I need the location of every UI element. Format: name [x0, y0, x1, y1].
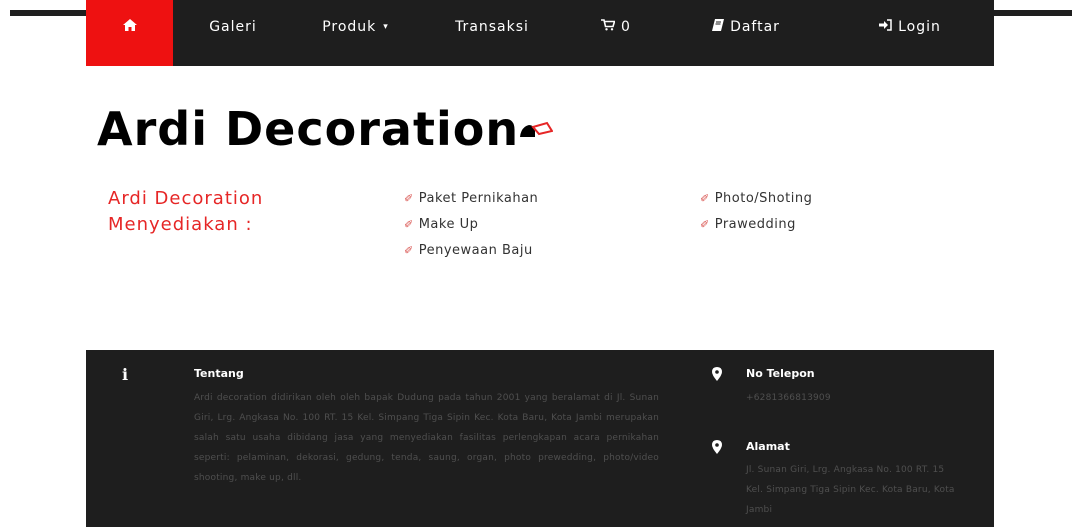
tag-icon: ✐ [404, 218, 414, 231]
about-text: Ardi decoration didirikan oleh oleh bapa… [194, 393, 659, 483]
tag-icon: ✐ [404, 192, 414, 205]
top-strip-left [10, 10, 86, 16]
nav-cart[interactable]: 0 [566, 0, 666, 66]
service-label: Penyewaan Baju [418, 243, 533, 258]
cart-icon [601, 19, 616, 35]
info-icon: i [122, 365, 129, 384]
service-item: ✐ Make Up [404, 212, 538, 238]
tag-icon: ✐ [404, 244, 414, 257]
services-list-right: ✐ Photo/Shoting ✐ Prawedding [700, 186, 812, 238]
service-label: Make Up [418, 217, 479, 232]
bell-icon [519, 121, 554, 146]
service-item: ✐ Prawedding [700, 212, 812, 238]
address-text: Jl. Sunan Giri, Lrg. Angkasa No. 100 RT.… [746, 465, 955, 515]
cart-count: 0 [621, 19, 631, 35]
service-label: Prawedding [714, 217, 796, 232]
nav-galeri-label: Galeri [209, 19, 257, 35]
caret-down-icon: ▾ [383, 22, 389, 32]
nav-produk-dropdown[interactable]: Produk ▾ [293, 0, 418, 66]
phone-number: +6281366813909 [746, 393, 831, 403]
sign-in-icon [879, 19, 892, 35]
nav-home[interactable] [86, 0, 173, 66]
book-icon [712, 19, 725, 35]
page-title-text: Ardi Decoration [97, 102, 520, 156]
main-navbar: Galeri Produk ▾ Transaksi 0 Daftar Login [86, 0, 994, 66]
map-marker-icon [712, 440, 722, 458]
footer: i Tentang Ardi decoration didirikan oleh… [86, 350, 994, 527]
home-icon [122, 19, 137, 35]
service-label: Photo/Shoting [714, 191, 813, 206]
nav-transaksi[interactable]: Transaksi [418, 0, 566, 66]
service-item: ✐ Paket Pernikahan [404, 186, 538, 212]
service-item: ✐ Penyewaan Baju [404, 238, 538, 264]
nav-login[interactable]: Login [826, 0, 994, 66]
about-title: Tentang [194, 367, 244, 380]
nav-daftar-label: Daftar [730, 19, 780, 35]
services-heading-line2: Menyediakan : [108, 214, 253, 235]
nav-produk-label: Produk [322, 19, 377, 35]
top-strip-right [993, 10, 1072, 16]
services-list-left: ✐ Paket Pernikahan ✐ Make Up ✐ Penyewaan Ba… [404, 186, 538, 264]
services-heading: Ardi Decoration Menyediakan : [108, 186, 328, 238]
nav-transaksi-label: Transaksi [455, 19, 529, 35]
page-title: Ardi Decoration [97, 102, 554, 156]
nav-galeri[interactable]: Galeri [173, 0, 293, 66]
service-item: ✐ Photo/Shoting [700, 186, 812, 212]
address-title: Alamat [746, 440, 790, 453]
services-heading-line1: Ardi Decoration [108, 188, 264, 209]
tag-icon: ✐ [700, 192, 710, 205]
phone-title: No Telepon [746, 367, 815, 380]
map-marker-icon [712, 367, 722, 385]
service-label: Paket Pernikahan [418, 191, 539, 206]
tag-icon: ✐ [700, 218, 710, 231]
nav-daftar[interactable]: Daftar [666, 0, 826, 66]
nav-login-label: Login [898, 19, 941, 35]
